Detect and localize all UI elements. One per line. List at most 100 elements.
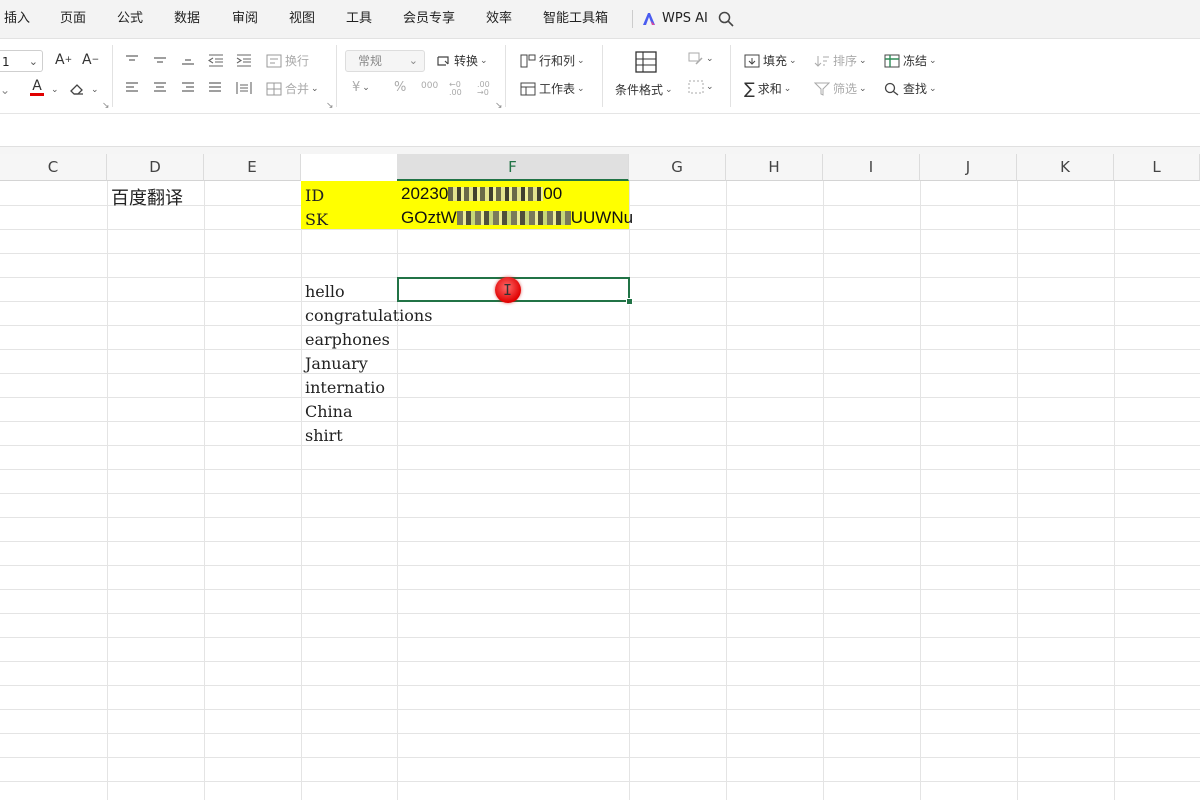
borders-button[interactable]: ⌄: [688, 80, 714, 94]
wps-ai-button[interactable]: WPS AI: [662, 0, 708, 38]
align-top-icon[interactable]: [125, 54, 139, 66]
chevron-down-icon: ⌄: [362, 82, 370, 93]
cell-id-value[interactable]: 20230 00: [401, 184, 562, 204]
menu-formula[interactable]: 公式: [117, 0, 143, 38]
cell-sk-label[interactable]: SK: [305, 210, 328, 229]
decrease-font-size-icon[interactable]: A −: [82, 52, 99, 68]
rows-cols-button[interactable]: 行和列 ⌄: [520, 52, 585, 69]
wps-ai-icon: [643, 13, 655, 25]
find-button[interactable]: 查找 ⌄: [884, 80, 937, 97]
font-color-swatch: [30, 93, 44, 96]
menu-member[interactable]: 会员专享: [403, 0, 455, 38]
menu-page[interactable]: 页面: [60, 0, 86, 38]
column-header-d[interactable]: D: [107, 154, 204, 181]
fill-handle[interactable]: [626, 298, 633, 305]
dialog-launcher-icon[interactable]: ↘: [326, 101, 334, 111]
number-format-select[interactable]: 常规 ⌄: [345, 50, 425, 72]
worksheet-button[interactable]: 工作表 ⌄: [520, 80, 585, 97]
column-header-g[interactable]: G: [629, 154, 726, 181]
rows-cols-label: 行和列: [539, 54, 576, 68]
convert-icon: [437, 55, 449, 66]
worksheet-icon: [520, 82, 536, 95]
eraser-icon[interactable]: [69, 82, 85, 96]
cell-word[interactable]: internatio: [305, 378, 397, 397]
menu-smart-toolbox[interactable]: 智能工具箱: [543, 0, 608, 38]
column-header-l[interactable]: L: [1114, 154, 1200, 181]
cell-word[interactable]: congratulations: [305, 306, 432, 325]
increase-font-size-icon[interactable]: A +: [55, 52, 72, 68]
fill-icon: [744, 54, 760, 67]
column-header-j[interactable]: J: [920, 154, 1017, 181]
chevron-down-icon[interactable]: ⌄: [51, 85, 59, 95]
cell-word[interactable]: China: [305, 402, 353, 421]
align-center-icon[interactable]: [153, 82, 167, 94]
menu-review[interactable]: 审阅: [232, 0, 258, 38]
sum-button[interactable]: ∑ 求和 ⌄: [744, 80, 791, 97]
chevron-down-icon: ⌄: [783, 83, 792, 94]
decrease-decimal-button[interactable]: .00 →0: [477, 81, 497, 97]
menu-data[interactable]: 数据: [174, 0, 200, 38]
dialog-launcher-icon[interactable]: ↘: [102, 101, 110, 111]
redacted-block: [456, 211, 571, 225]
menu-efficiency[interactable]: 效率: [486, 0, 512, 38]
percent-format-button[interactable]: %: [394, 80, 406, 95]
sort-button[interactable]: 排序 ⌄: [814, 52, 867, 69]
cell-style-button[interactable]: ⌄: [688, 52, 714, 66]
menu-tools[interactable]: 工具: [346, 0, 372, 38]
cell-id-label[interactable]: ID: [305, 186, 324, 205]
align-middle-icon[interactable]: [153, 54, 167, 66]
column-gridline: [726, 181, 727, 800]
row-gridline: [0, 781, 1200, 782]
increase-decimal-button[interactable]: ←0 .00: [449, 81, 469, 97]
distributed-align-icon[interactable]: [236, 81, 252, 95]
chevron-down-icon: ⌄: [859, 55, 867, 66]
fill-button[interactable]: 填充 ⌄: [744, 52, 797, 69]
align-bottom-icon[interactable]: [181, 54, 195, 66]
conditional-format-icon[interactable]: [634, 50, 658, 74]
dialog-launcher-icon[interactable]: ↘: [495, 101, 503, 111]
align-left-icon[interactable]: [125, 82, 139, 94]
column-header-c[interactable]: C: [0, 154, 107, 181]
wrap-text-button[interactable]: 换行: [266, 52, 309, 69]
conditional-format-label: 条件格式: [615, 83, 664, 97]
column-header-f[interactable]: F: [397, 154, 629, 181]
align-right-icon[interactable]: [181, 82, 195, 94]
cell-word[interactable]: shirt: [305, 426, 343, 445]
sigma-icon: ∑: [744, 78, 755, 98]
formula-bar[interactable]: [0, 114, 1200, 147]
font-size-select[interactable]: 1 ⌄: [0, 50, 43, 72]
row-gridline: [0, 541, 1200, 542]
menu-view[interactable]: 视图: [289, 0, 315, 38]
underline-dropdown-icon[interactable]: ⌄: [0, 83, 10, 97]
column-header-h[interactable]: H: [726, 154, 823, 181]
redacted-block: [448, 187, 544, 201]
menu-insert[interactable]: 插入: [4, 0, 30, 38]
cell-c-title[interactable]: 百度翻译: [111, 184, 183, 210]
merge-cells-button[interactable]: 合并 ⌄: [266, 80, 319, 97]
row-gridline: [0, 469, 1200, 470]
thousands-separator-button[interactable]: 000: [421, 81, 438, 91]
cell-word[interactable]: hello: [305, 282, 345, 301]
filter-button[interactable]: 筛选 ⌄: [814, 80, 867, 97]
chevron-down-icon[interactable]: ⌄: [91, 85, 99, 95]
search-icon[interactable]: [718, 11, 734, 27]
justify-icon[interactable]: [208, 82, 222, 94]
convert-button[interactable]: 转换 ⌄: [435, 52, 488, 69]
decrease-indent-icon[interactable]: [208, 53, 224, 67]
freeze-button[interactable]: 冻结 ⌄: [884, 52, 937, 69]
row-gridline: [0, 229, 1200, 230]
cell-word[interactable]: January: [305, 354, 368, 373]
conditional-format-button[interactable]: 条件格式 ⌄: [615, 81, 673, 98]
group-divider: [730, 45, 731, 107]
decrease-decimal-symbol: .00 →0: [477, 80, 490, 97]
cell-word[interactable]: earphones: [305, 330, 390, 349]
column-header-e[interactable]: E: [204, 154, 301, 181]
font-color-button[interactable]: A: [30, 79, 44, 96]
currency-format-button[interactable]: ¥ ⌄: [352, 80, 370, 95]
column-header-k[interactable]: K: [1017, 154, 1114, 181]
filter-label: 筛选: [833, 82, 858, 96]
column-header-i[interactable]: I: [823, 154, 920, 181]
increase-indent-icon[interactable]: [236, 53, 252, 67]
percent-symbol: %: [394, 80, 407, 95]
cell-sk-value[interactable]: GOztW UUWNu: [401, 208, 633, 228]
